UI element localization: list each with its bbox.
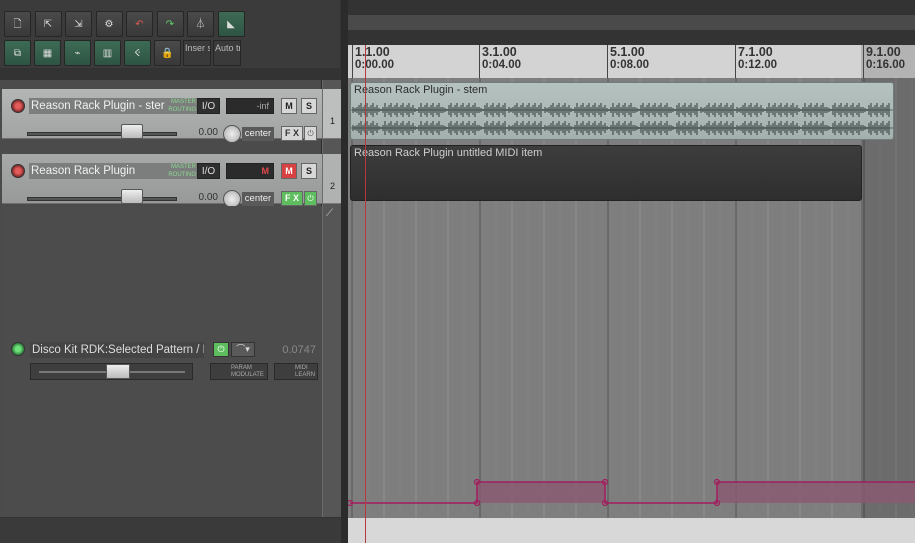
ruler-time-label: 0:00.00 [355,59,395,71]
open-project-icon[interactable]: ⇱ [34,11,62,37]
volume-fader-knob[interactable] [121,124,143,139]
solo-button[interactable]: S [301,98,317,114]
envelope-shape-dropdown[interactable]: ⌒▾ [231,342,255,357]
envelope-icon: ⟋ [326,208,333,219]
io-button[interactable]: I/O [197,98,220,114]
record-arm-button[interactable] [11,99,25,113]
lock-icon[interactable]: 🔒 [154,40,181,66]
mute-button[interactable]: M [281,163,297,179]
track-number-1[interactable]: 1 [323,89,342,139]
ruler-bar-label: 9.1.00 [866,45,901,59]
peak-meter: -inf [226,98,274,114]
ruler-time-label: 0:08.00 [610,59,650,71]
tcp-footer [0,518,341,543]
volume-fader-track[interactable] [27,197,177,201]
envelope-fill [717,482,915,503]
track-2-header[interactable]: Reason Rack Plugin MASTER ROUTING I/O M … [2,154,322,208]
envelope-fader-knob[interactable] [106,364,130,379]
fx-bypass-icon[interactable]: ⏻ [304,126,317,141]
track-1-header[interactable]: Reason Rack Plugin - ster MASTER ROUTING… [2,89,322,143]
track-control-panel: Reason Rack Plugin - ster MASTER ROUTING… [0,80,322,517]
param-modulate-button[interactable]: PARAM MODULATE [210,363,268,380]
redo-icon[interactable]: ↷ [156,11,184,37]
volume-fader-knob[interactable] [121,189,143,204]
mute-button[interactable]: M [281,98,297,114]
pan-value: center [242,127,274,141]
envelope-curve[interactable] [348,78,915,518]
track-number-strip: 1 2 ⟋ [322,80,342,517]
volume-fader-track[interactable] [27,132,177,136]
ruler-time-label: 0:16.00 [866,59,906,71]
insert-separator-button[interactable]: Inser separ [183,40,211,66]
volume-value: 0.00 [198,192,218,203]
envelope-name[interactable]: Disco Kit RDK:Selected Pattern / Re [30,342,204,358]
pan-knob[interactable] [223,125,241,143]
peak-meter: M [226,163,274,179]
marker-lane[interactable] [348,15,915,30]
fx-bypass-icon[interactable]: ⏻ [304,191,317,206]
ruler-bar-label: 7.1.00 [738,45,773,59]
edit-cursor[interactable] [365,45,366,543]
snap-magnet-icon[interactable]: Ⲵ [124,40,151,66]
arrange-view[interactable]: Reason Rack Plugin - stem Reason Rack Pl… [348,78,915,518]
envelope-lock-icon[interactable]: ⌁ [64,40,91,66]
ruler-mark-3: 5.1.00 0:08.00 [607,45,649,78]
ruler-bar-label: 5.1.00 [610,45,645,59]
record-arm-button[interactable] [11,164,25,178]
pan-value: center [242,192,274,206]
horizontal-scrollbar[interactable] [348,518,915,543]
ruler-time-label: 0:04.00 [482,59,522,71]
undo-icon[interactable]: ↶ [126,11,153,37]
ruler-mark-4: 7.1.00 0:12.00 [735,45,777,78]
envelope-bypass-button[interactable]: ⏻ [213,342,229,357]
ruler-mark-5: 9.1.00 0:16.00 [863,45,905,78]
volume-value: 0.00 [198,127,218,138]
fx-button[interactable]: F X [281,126,303,141]
grid-snap-icon[interactable]: ▦ [34,40,61,66]
solo-button[interactable]: S [301,163,317,179]
ruler-bar-label: 3.1.00 [482,45,517,59]
ruler-bar-label: 1.1.00 [355,45,390,59]
envelope-arm-icon[interactable] [11,342,25,356]
save-project-icon[interactable]: ⇲ [65,11,92,37]
timeline-ruler[interactable]: 1.1.00 0:00.00 3.1.00 0:04.00 5.1.00 0:08.00 7… [348,45,915,78]
panel-divider[interactable] [341,0,348,543]
main-toolbar: 🗋⇱⇲⚙↶↷⏃◣ ⧉▦⌁▥Ⲵ🔒 Inser separ Auto trim/ [0,0,340,68]
track-number-2[interactable]: 2 [323,154,342,204]
ruler-time-label: 0:12.00 [738,59,778,71]
io-button[interactable]: I/O [197,163,220,179]
grid-lines-icon[interactable]: ▥ [94,40,121,66]
routing-label[interactable]: MASTER ROUTING [162,98,196,114]
envelope-lane-header[interactable]: Disco Kit RDK:Selected Pattern / Re ⏻ ⌒▾… [2,340,322,388]
envelope-fader[interactable] [30,363,193,380]
new-project-icon[interactable]: 🗋 [4,11,31,37]
fx-button[interactable]: F X [281,191,303,206]
routing-label[interactable]: MASTER ROUTING [162,163,196,179]
auto-crossfade-icon[interactable]: ◣ [217,11,245,37]
ruler-mark-1: 1.1.00 0:00.00 [352,45,394,78]
envelope-value: 0.0747 [282,344,316,356]
ruler-mark-2: 3.1.00 0:04.00 [479,45,521,78]
ripple-edit-icon[interactable]: ⧉ [4,40,31,66]
envelope-fill [477,482,605,503]
midi-learn-button[interactable]: MIDI LEARN [274,363,318,380]
project-settings-icon[interactable]: ⚙ [95,11,123,37]
auto-trim-button[interactable]: Auto trim/ [213,40,241,66]
metronome-icon[interactable]: ⏃ [187,11,214,37]
